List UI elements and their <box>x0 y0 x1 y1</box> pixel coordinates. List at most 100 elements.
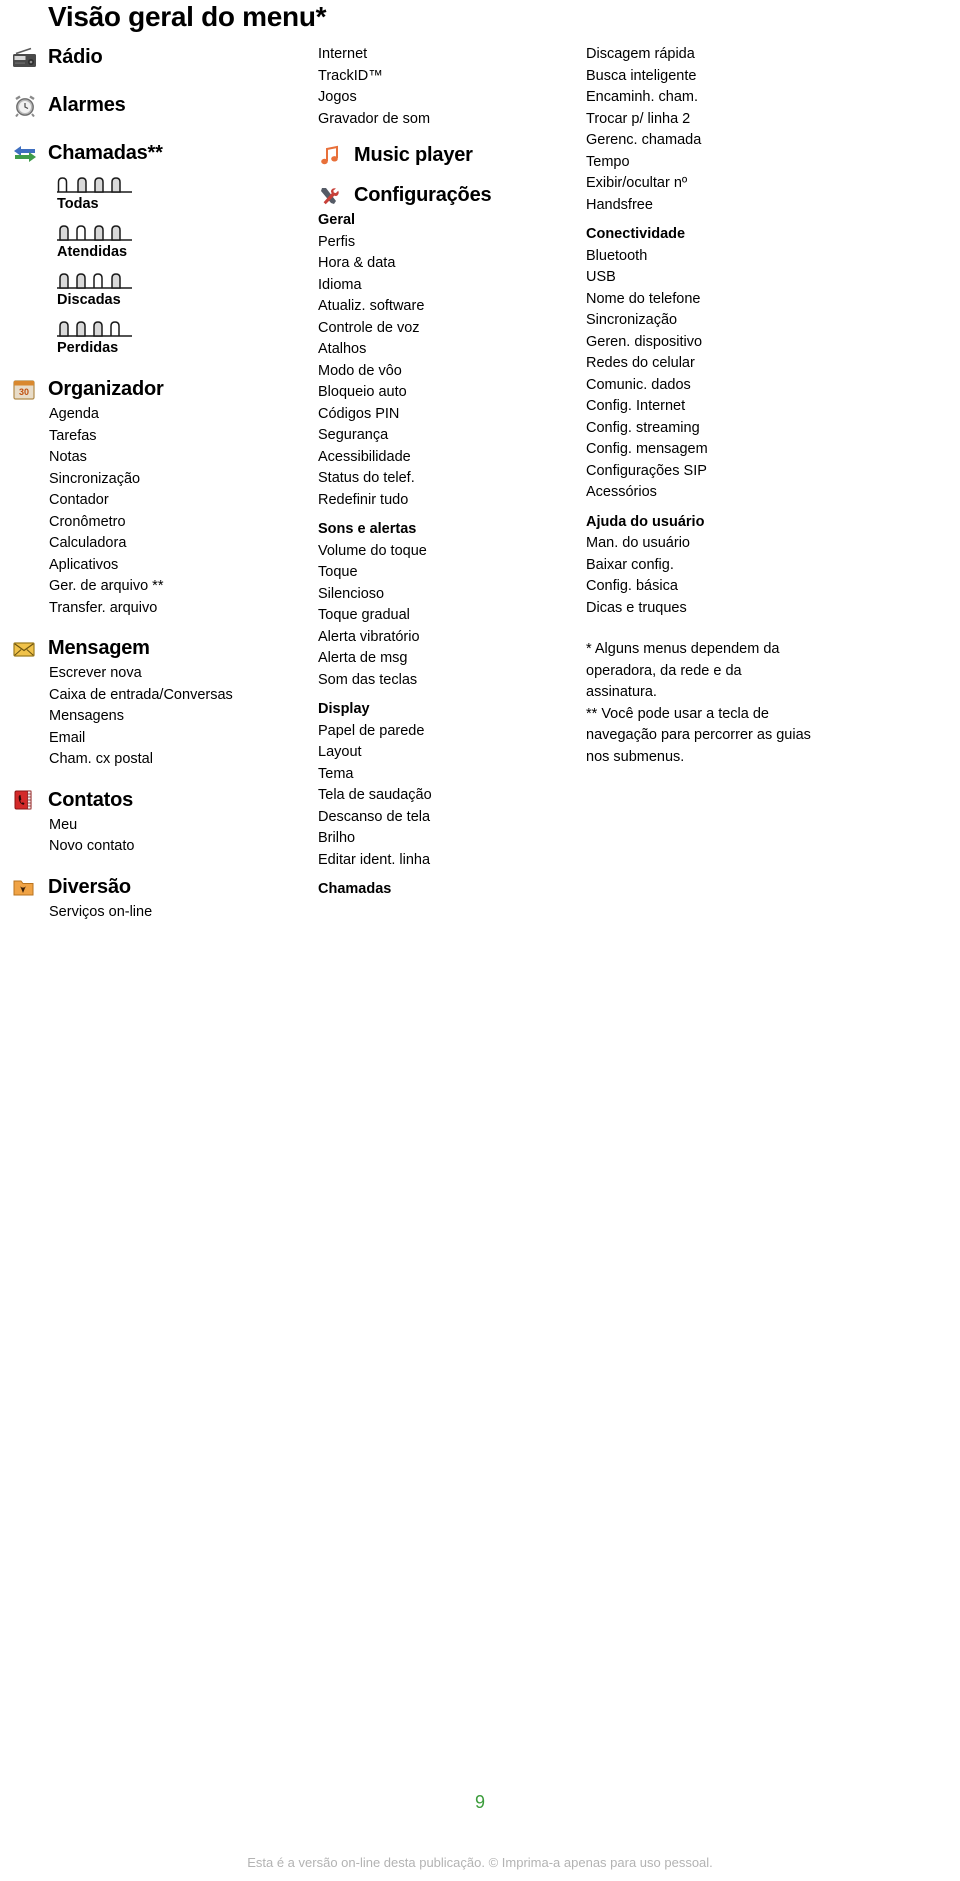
menu-item[interactable]: Editar ident. linha <box>318 850 580 872</box>
menu-item[interactable]: Acessórios <box>586 482 836 504</box>
menu-item[interactable]: Perfis <box>318 232 580 254</box>
menu-item[interactable]: Discagem rápida <box>586 44 836 66</box>
menu-item[interactable]: Email <box>12 728 302 750</box>
group-header-organizer[interactable]: 30 Organizador <box>12 376 302 403</box>
menu-item[interactable]: Config. básica <box>586 576 836 598</box>
menu-item[interactable]: Aplicativos <box>12 555 302 577</box>
menu-item[interactable]: Notas <box>12 447 302 469</box>
group-header-settings[interactable]: Configurações <box>318 182 580 209</box>
menu-item[interactable]: Sincronização <box>586 310 836 332</box>
menu-item[interactable]: Tarefas <box>12 426 302 448</box>
menu-item[interactable]: Baixar config. <box>586 555 836 577</box>
menu-group-organizer: 30 Organizador Agenda Tarefas Notas Sinc… <box>12 376 302 619</box>
settings-section-heading[interactable]: Geral <box>318 210 580 232</box>
menu-item[interactable]: Tempo <box>586 152 836 174</box>
group-header-message[interactable]: Mensagem <box>12 635 302 662</box>
menu-item[interactable]: Geren. dispositivo <box>586 332 836 354</box>
menu-item[interactable]: Tema <box>318 764 580 786</box>
menu-item[interactable]: Calculadora <box>12 533 302 555</box>
menu-item[interactable]: Escrever nova <box>12 663 302 685</box>
call-tab-atendidas[interactable]: Atendidas <box>57 224 302 261</box>
menu-item[interactable]: Mensagens <box>12 706 302 728</box>
call-tab-label: Atendidas <box>57 244 128 260</box>
menu-item[interactable]: Tela de saudação <box>318 785 580 807</box>
group-header-radio[interactable]: Rádio <box>12 44 302 71</box>
settings-section-heading[interactable]: Conectividade <box>586 224 836 246</box>
group-header-calls[interactable]: Chamadas** <box>12 140 302 167</box>
menu-item[interactable]: Config. Internet <box>586 396 836 418</box>
menu-item[interactable]: Serviços on-line <box>12 902 302 924</box>
menu-item[interactable]: Gravador de som <box>318 109 580 131</box>
menu-item[interactable]: Sincronização <box>12 469 302 491</box>
menu-item[interactable]: Contador <box>12 490 302 512</box>
group-header-alarms[interactable]: Alarmes <box>12 92 302 119</box>
settings-section-heading[interactable]: Display <box>318 699 580 721</box>
group-header-contacts[interactable]: Contatos <box>12 787 302 814</box>
menu-item[interactable]: Bluetooth <box>586 246 836 268</box>
menu-item[interactable]: Toque gradual <box>318 605 580 627</box>
menu-item[interactable]: Códigos PIN <box>318 404 580 426</box>
menu-item[interactable]: Comunic. dados <box>586 375 836 397</box>
menu-item[interactable]: Atualiz. software <box>318 296 580 318</box>
menu-item[interactable]: Config. streaming <box>586 418 836 440</box>
menu-item[interactable]: Encaminh. cham. <box>586 87 836 109</box>
menu-item[interactable]: Busca inteligente <box>586 66 836 88</box>
group-header-fun[interactable]: Diversão <box>12 874 302 901</box>
menu-item[interactable]: Brilho <box>318 828 580 850</box>
menu-item[interactable]: Alerta de msg <box>318 648 580 670</box>
menu-item[interactable]: Trocar p/ linha 2 <box>586 109 836 131</box>
menu-item[interactable]: Redes do celular <box>586 353 836 375</box>
menu-item[interactable]: Atalhos <box>318 339 580 361</box>
footnote-asterisk: * Alguns menus dependem da operadora, da… <box>586 641 780 700</box>
menu-item[interactable]: Toque <box>318 562 580 584</box>
menu-item[interactable]: Ger. de arquivo ** <box>12 576 302 598</box>
menu-item[interactable]: Agenda <box>12 404 302 426</box>
menu-item[interactable]: Layout <box>318 742 580 764</box>
menu-item[interactable]: Cronômetro <box>12 512 302 534</box>
menu-item[interactable]: Jogos <box>318 87 580 109</box>
settings-section-heading[interactable]: Ajuda do usuário <box>586 512 836 534</box>
menu-item[interactable]: Status do telef. <box>318 468 580 490</box>
menu-item[interactable]: Redefinir tudo <box>318 490 580 512</box>
call-tab-discadas[interactable]: Discadas <box>57 272 302 309</box>
menu-item[interactable]: Configurações SIP <box>586 461 836 483</box>
menu-item[interactable]: Transfer. arquivo <box>12 598 302 620</box>
menu-item[interactable]: Silencioso <box>318 584 580 606</box>
menu-item[interactable]: Controle de voz <box>318 318 580 340</box>
settings-section-heading[interactable]: Chamadas <box>318 879 580 901</box>
menu-item[interactable]: Bloqueio auto <box>318 382 580 404</box>
menu-item[interactable]: Nome do telefone <box>586 289 836 311</box>
menu-item[interactable]: Exibir/ocultar nº <box>586 173 836 195</box>
page-number: 9 <box>474 1792 485 1812</box>
menu-item[interactable]: TrackID™ <box>318 66 580 88</box>
menu-item[interactable]: Config. mensagem <box>586 439 836 461</box>
menu-item[interactable]: Man. do usuário <box>586 533 836 555</box>
menu-item[interactable]: Cham. cx postal <box>12 749 302 771</box>
menu-item[interactable]: Som das teclas <box>318 670 580 692</box>
call-tab-perdidas[interactable]: Perdidas <box>57 320 302 357</box>
menu-item[interactable]: Papel de parede <box>318 721 580 743</box>
group-title: Music player <box>354 144 473 166</box>
menu-item[interactable]: Handsfree <box>586 195 836 217</box>
settings-section-heading[interactable]: Sons e alertas <box>318 519 580 541</box>
menu-item[interactable]: Segurança <box>318 425 580 447</box>
menu-item[interactable]: Novo contato <box>12 836 302 858</box>
menu-item[interactable]: Modo de vôo <box>318 361 580 383</box>
menu-item[interactable]: Acessibilidade <box>318 447 580 469</box>
menu-column-1: Rádio Alarmes Chamadas** Todas Atendidas… <box>12 44 302 923</box>
alarm-clock-icon <box>12 94 38 117</box>
menu-item[interactable]: Idioma <box>318 275 580 297</box>
menu-item[interactable]: Hora & data <box>318 253 580 275</box>
menu-item[interactable]: Meu <box>12 815 302 837</box>
menu-group-calls: Chamadas** Todas Atendidas Discadas Perd… <box>12 140 302 357</box>
call-tab-todas[interactable]: Todas <box>57 176 302 213</box>
menu-item[interactable]: Internet <box>318 44 580 66</box>
menu-item[interactable]: USB <box>586 267 836 289</box>
menu-item[interactable]: Alerta vibratório <box>318 627 580 649</box>
group-header-music-player[interactable]: Music player <box>318 142 580 169</box>
menu-item[interactable]: Dicas e truques <box>586 598 836 620</box>
menu-item[interactable]: Caixa de entrada/Conversas <box>12 685 302 707</box>
menu-item[interactable]: Gerenc. chamada <box>586 130 836 152</box>
menu-item[interactable]: Volume do toque <box>318 541 580 563</box>
menu-item[interactable]: Descanso de tela <box>318 807 580 829</box>
